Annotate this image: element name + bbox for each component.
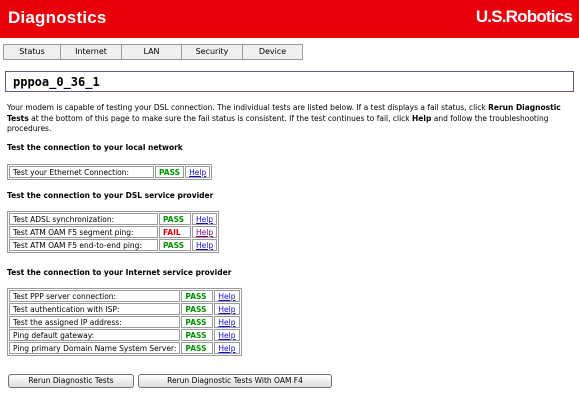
test-name: Test authentication with ISP: [9, 303, 181, 315]
page-header-title: Diagnostics [8, 8, 107, 27]
help-link[interactable]: Help [218, 292, 235, 301]
help-link[interactable]: Help [218, 305, 235, 314]
tab-security[interactable]: Security [182, 44, 243, 60]
test-name: Test the assigned IP address: [9, 316, 181, 328]
help-link[interactable]: Help [218, 331, 235, 340]
local-network-table: Test your Ethernet Connection: PASS Help [7, 164, 213, 180]
rerun-diagnostic-tests-button[interactable]: Rerun Diagnostic Tests [8, 374, 134, 388]
intro-bold-help: Help [412, 113, 432, 123]
tab-status[interactable]: Status [3, 44, 61, 60]
table-row: Ping default gateway: PASS Help [9, 329, 240, 341]
intro-part-2: at the bottom of this page to make sure … [28, 113, 413, 123]
help-link[interactable]: Help [218, 318, 235, 327]
table-row: Test ATM OAM F5 segment ping: FAIL Help [9, 226, 218, 238]
connection-name: pppoa_0_36_1 [13, 75, 100, 89]
connection-title-box: pppoa_0_36_1 [5, 71, 574, 92]
tab-device[interactable]: Device [243, 44, 303, 60]
test-result: PASS [159, 239, 191, 251]
test-result: PASS [181, 290, 214, 302]
rerun-diagnostic-tests-oam-f4-button[interactable]: Rerun Diagnostic Tests With OAM F4 [138, 374, 332, 388]
dsl-provider-table: Test ADSL synchronization: PASS Help Tes… [7, 211, 220, 253]
test-result: PASS [155, 166, 185, 178]
test-name: Test ATM OAM F5 segment ping: [9, 226, 158, 238]
test-name: Test your Ethernet Connection: [9, 166, 154, 178]
internet-provider-table: Test PPP server connection: PASS Help Te… [7, 288, 242, 356]
help-link[interactable]: Help [196, 241, 213, 250]
test-result: FAIL [159, 226, 191, 238]
test-result: PASS [159, 213, 191, 225]
test-name: Test PPP server connection: [9, 290, 181, 302]
section-heading-internet-provider: Test the connection to your Internet ser… [7, 268, 232, 277]
intro-text: Your modem is capable of testing your DS… [7, 103, 575, 135]
help-link[interactable]: Help [218, 344, 235, 353]
test-result: PASS [181, 329, 214, 341]
test-name: Ping default gateway: [9, 329, 181, 341]
section-heading-dsl-provider: Test the connection to your DSL service … [7, 191, 214, 200]
table-row: Test ADSL synchronization: PASS Help [9, 213, 218, 225]
tab-lan[interactable]: LAN [122, 44, 182, 60]
usrobotics-logo: U.S.Robotics [475, 7, 573, 26]
nav-tabs: Status Internet LAN Security Device [3, 44, 303, 60]
table-row: Test your Ethernet Connection: PASS Help [9, 166, 211, 178]
help-link[interactable]: Help [189, 168, 206, 177]
help-link[interactable]: Help [196, 228, 213, 237]
test-name: Test ATM OAM F5 end-to-end ping: [9, 239, 158, 251]
test-result: PASS [181, 303, 214, 315]
header-bar: Diagnostics U.S.Robotics [0, 0, 579, 38]
intro-part-1: Your modem is capable of testing your DS… [7, 103, 489, 112]
table-row: Test authentication with ISP: PASS Help [9, 303, 240, 315]
table-row: Test PPP server connection: PASS Help [9, 290, 240, 302]
test-name: Test ADSL synchronization: [9, 213, 158, 225]
test-result: PASS [181, 316, 214, 328]
tab-internet[interactable]: Internet [61, 44, 122, 60]
table-row: Ping primary Domain Name System Server: … [9, 342, 240, 354]
table-row: Test ATM OAM F5 end-to-end ping: PASS He… [9, 239, 218, 251]
test-name: Ping primary Domain Name System Server: [9, 342, 181, 354]
help-link[interactable]: Help [196, 215, 213, 224]
test-result: PASS [181, 342, 214, 354]
section-heading-local-network: Test the connection to your local networ… [7, 143, 183, 152]
table-row: Test the assigned IP address: PASS Help [9, 316, 240, 328]
